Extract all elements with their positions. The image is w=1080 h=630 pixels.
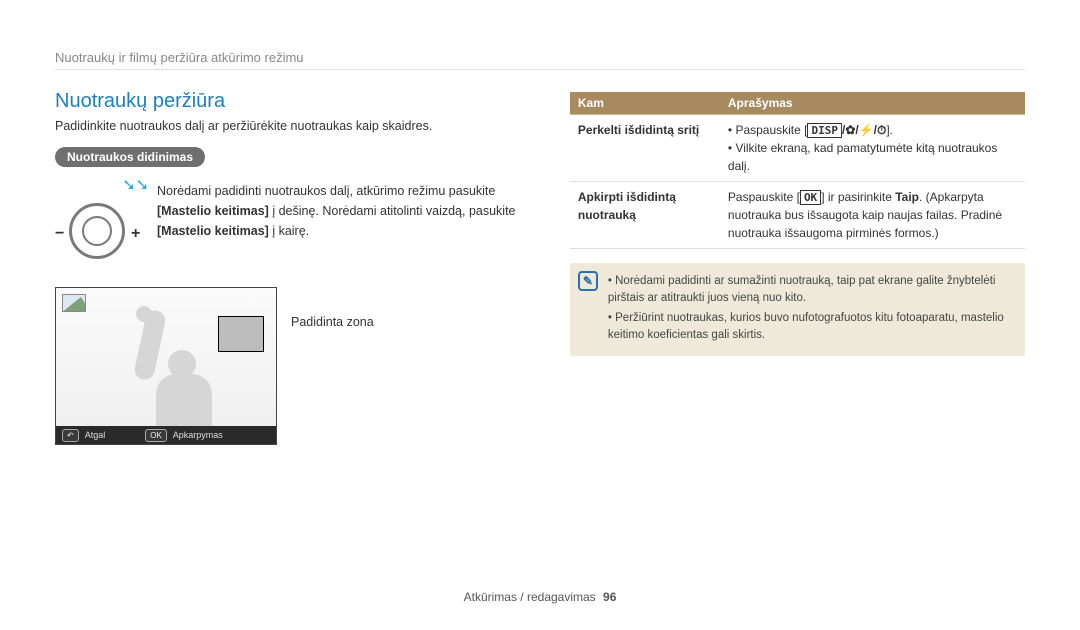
section-title: Nuotraukų peržiūra	[55, 90, 530, 113]
rotate-icon: ➘➘	[122, 175, 149, 195]
preview-screen: ↶ Atgal OK Apkarpymas	[55, 287, 277, 445]
zoom-dial-illustration: ➘➘ − +	[55, 181, 145, 271]
zoom-region-box	[218, 316, 264, 352]
ok-button-icon: OK	[800, 190, 821, 205]
breadcrumb: Nuotraukų ir filmų peržiūra atkūrimo rež…	[55, 50, 1025, 70]
note-icon: ✎	[578, 271, 598, 291]
table-head-v: Aprašymas	[720, 92, 1025, 115]
row1-value: Paspauskite [DISP/✿/⚡/⏱]. Vilkite ekraną…	[720, 115, 1025, 182]
thumbnail-icon	[62, 294, 86, 312]
dial-icon	[69, 203, 125, 259]
back-key-icon: ↶	[62, 429, 79, 442]
table-row: Apkirpti išdidintą nuotrauką Paspauskite…	[570, 182, 1025, 249]
subheading-pill: Nuotraukos didinimas	[55, 147, 205, 167]
note-item: Peržiūrint nuotraukas, kurios buvo nufot…	[608, 310, 1013, 345]
footer-path: Atkūrimas / redagavimas	[464, 590, 596, 604]
intro-text: Padidinkite nuotraukos dalį ar peržiūrėk…	[55, 119, 530, 133]
back-label: Atgal	[85, 430, 106, 440]
note-box: ✎ Norėdami padidinti ar sumažinti nuotra…	[570, 263, 1025, 356]
left-column: Nuotraukų peržiūra Padidinkite nuotrauko…	[55, 90, 530, 445]
plus-icon: +	[131, 225, 140, 243]
table-head-k: Kam	[570, 92, 720, 115]
preview-toolbar: ↶ Atgal OK Apkarpymas	[56, 426, 276, 444]
table-row: Perkelti išdidintą sritį Paspauskite [DI…	[570, 115, 1025, 182]
note-item: Norėdami padidinti ar sumažinti nuotrauk…	[608, 273, 1013, 308]
page-number: 96	[603, 590, 616, 604]
row1-key: Perkelti išdidintą sritį	[570, 115, 720, 182]
row2-value: Paspauskite [OK] ir pasirinkite Taip. (A…	[720, 182, 1025, 249]
disp-button-icon: DISP	[807, 123, 842, 138]
ok-key-icon: OK	[145, 429, 167, 442]
right-column: Kam Aprašymas Perkelti išdidintą sritį P…	[570, 90, 1025, 445]
minus-icon: −	[55, 225, 64, 243]
dial-instruction: Norėdami padidinti nuotraukos dalį, atkū…	[157, 181, 530, 241]
ok-label: Apkarpymas	[173, 430, 223, 440]
row2-key: Apkirpti išdidintą nuotrauką	[570, 182, 720, 249]
description-table: Kam Aprašymas Perkelti išdidintą sritį P…	[570, 92, 1025, 249]
page-footer: Atkūrimas / redagavimas 96	[0, 590, 1080, 604]
zoom-region-label: Padidinta zona	[291, 315, 374, 329]
